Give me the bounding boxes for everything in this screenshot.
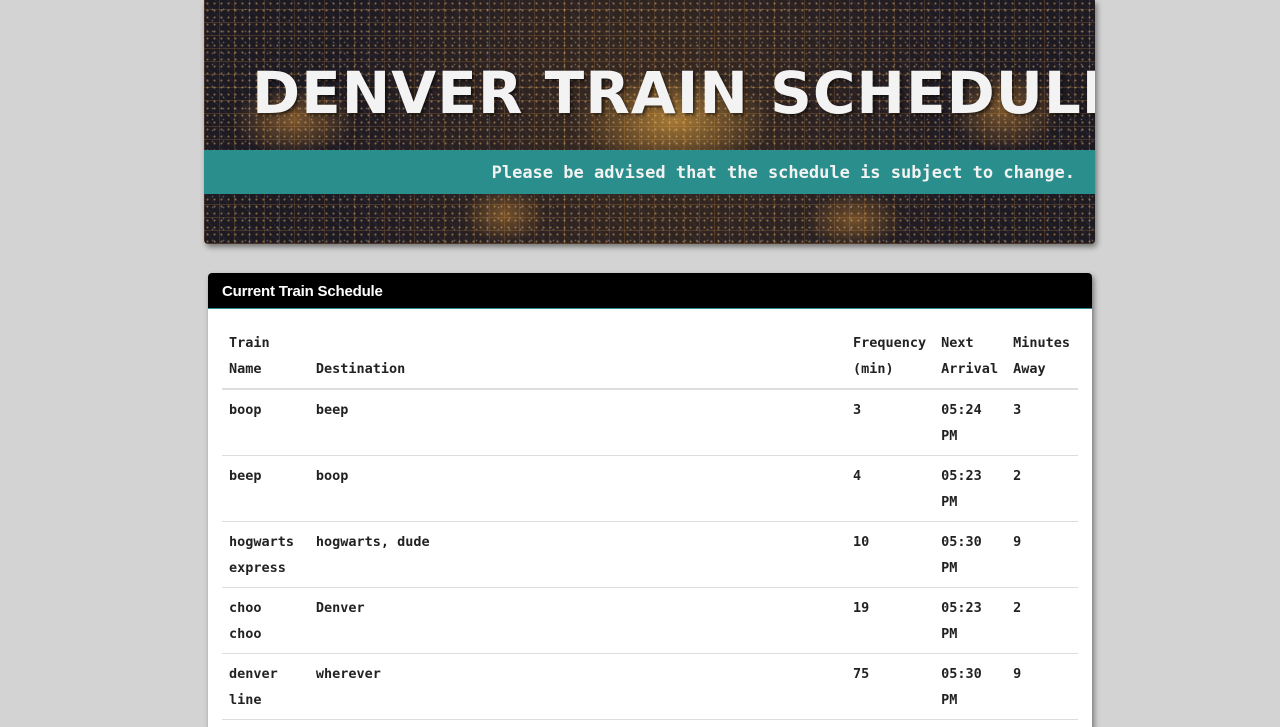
time-text: 05:24 bbox=[941, 402, 982, 418]
train-name-line: line bbox=[229, 692, 262, 708]
table-row: denver line wherever 75 05:30 PM 9 bbox=[222, 653, 1078, 720]
schedule-table: Train Name Destination Frequency (min) N… bbox=[222, 330, 1078, 720]
table-row: hogwarts express hogwarts, dude 10 05:30 P… bbox=[222, 521, 1078, 588]
frequency-cell: 75 bbox=[846, 653, 935, 720]
minutes-away-cell: 9 bbox=[1006, 521, 1078, 588]
meridiem-text: PM bbox=[941, 560, 958, 576]
train-name-cell: denver line bbox=[222, 653, 309, 720]
frequency-cell: 10 bbox=[846, 521, 935, 588]
minutes-away-cell: 2 bbox=[1006, 587, 1078, 654]
next-arrival-cell: 05:30 PM bbox=[934, 653, 1007, 720]
table-body: boop beep 3 05:24 PM 3 beep boop 4 05:23 P… bbox=[222, 389, 1078, 720]
destination-cell: Denver bbox=[308, 587, 847, 654]
destination-cell: wherever bbox=[308, 653, 847, 720]
header-line: Next bbox=[941, 335, 974, 351]
next-arrival-cell: 05:23 PM bbox=[934, 455, 1007, 522]
destination-cell: hogwarts, dude bbox=[308, 521, 847, 588]
train-name-line: choo choo bbox=[229, 600, 262, 642]
column-header-next-arrival: Next Arrival bbox=[934, 330, 1007, 390]
train-name-line: boop bbox=[229, 402, 262, 418]
minutes-away-cell: 3 bbox=[1006, 389, 1078, 456]
header-line: Arrival bbox=[941, 361, 999, 377]
train-name-line: hogwarts bbox=[229, 534, 295, 550]
frequency-cell: 19 bbox=[846, 587, 935, 654]
advisory-bar: Please be advised that the schedule is s… bbox=[204, 150, 1095, 194]
destination-cell: beep bbox=[308, 389, 847, 456]
minutes-away-cell: 9 bbox=[1006, 653, 1078, 720]
next-arrival-cell: 05:30 PM bbox=[934, 521, 1007, 588]
time-text: 05:30 bbox=[941, 666, 982, 682]
table-row: choo choo Denver 19 05:23 PM 2 bbox=[222, 587, 1078, 654]
column-header-destination: Destination bbox=[308, 330, 847, 390]
train-name-cell: boop bbox=[222, 389, 309, 456]
header-row: Train Name Destination Frequency (min) N… bbox=[222, 330, 1078, 390]
meridiem-text: PM bbox=[941, 428, 958, 444]
column-header-frequency: Frequency (min) bbox=[846, 330, 935, 390]
meridiem-text: PM bbox=[941, 626, 958, 642]
header-line: Destination bbox=[315, 361, 406, 377]
table-header: Train Name Destination Frequency (min) N… bbox=[222, 330, 1078, 390]
train-name-cell: beep bbox=[222, 455, 309, 522]
page: DENVER TRAIN SCHEDULE Please be advised … bbox=[0, 0, 1280, 727]
train-name-cell: hogwarts express bbox=[222, 521, 309, 588]
header-line: Name bbox=[229, 361, 262, 377]
panel-title: Current Train Schedule bbox=[222, 283, 383, 300]
panel-heading: Current Train Schedule bbox=[208, 273, 1092, 309]
train-name-line: beep bbox=[229, 468, 262, 484]
header-line: Away bbox=[1013, 361, 1046, 377]
train-name-line: express bbox=[229, 560, 286, 576]
time-text: 05:23 bbox=[941, 600, 982, 616]
table-row: boop beep 3 05:24 PM 3 bbox=[222, 389, 1078, 456]
next-arrival-cell: 05:24 PM bbox=[934, 389, 1007, 456]
destination-cell: boop bbox=[308, 455, 847, 522]
header-line: (min) bbox=[853, 361, 894, 377]
column-header-train-name: Train Name bbox=[222, 330, 309, 390]
column-header-minutes-away: Minutes Away bbox=[1006, 330, 1078, 390]
meridiem-text: PM bbox=[941, 494, 958, 510]
time-text: 05:30 bbox=[941, 534, 982, 550]
header-line: Minutes bbox=[1013, 335, 1070, 351]
header-line: Train bbox=[229, 335, 270, 351]
train-name-line: denver bbox=[229, 666, 278, 682]
advisory-text: Please be advised that the schedule is s… bbox=[491, 163, 1075, 183]
frequency-cell: 4 bbox=[846, 455, 935, 522]
minutes-away-cell: 2 bbox=[1006, 455, 1078, 522]
train-name-cell: choo choo bbox=[222, 587, 309, 654]
table-row: beep boop 4 05:23 PM 2 bbox=[222, 455, 1078, 522]
banner: DENVER TRAIN SCHEDULE Please be advised … bbox=[204, 0, 1095, 244]
header-line: Frequency bbox=[853, 335, 927, 351]
meridiem-text: PM bbox=[941, 692, 958, 708]
schedule-panel: Current Train Schedule Train Name Destin… bbox=[208, 273, 1092, 727]
frequency-cell: 3 bbox=[846, 389, 935, 456]
page-title: DENVER TRAIN SCHEDULE bbox=[252, 59, 1095, 127]
next-arrival-cell: 05:23 PM bbox=[934, 587, 1007, 654]
time-text: 05:23 bbox=[941, 468, 982, 484]
